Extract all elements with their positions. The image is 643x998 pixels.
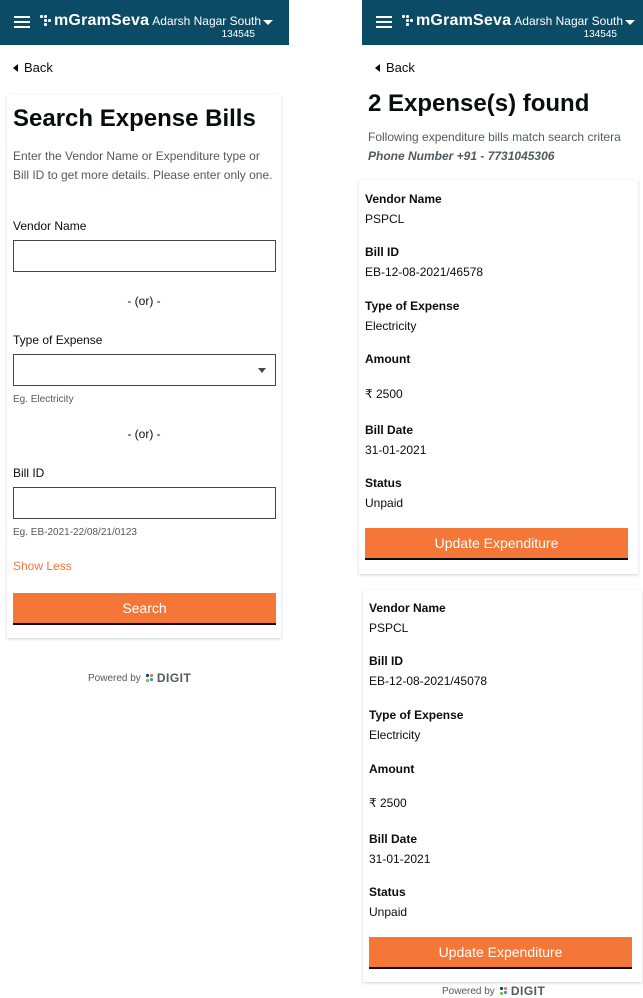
update-expenditure-button[interactable]: Update Expenditure — [365, 528, 628, 560]
or-separator: - (or) - — [127, 294, 161, 308]
expense-type-label: Type of Expense — [365, 299, 460, 313]
results-description-text: Following expenditure bills match search… — [368, 130, 621, 144]
tenant-code: 134545 — [583, 29, 617, 40]
digit-logo: DIGIT — [145, 671, 192, 685]
expense-result-card: Vendor Name PSPCL Bill ID EB-12-08-2021/… — [363, 590, 642, 982]
digit-brand: DIGIT — [156, 671, 192, 685]
show-less-link[interactable]: Show Less — [13, 559, 72, 573]
tenant-selector[interactable]: Adarsh Nagar South 134545 — [152, 15, 273, 41]
dropdown-arrow-icon — [258, 368, 266, 373]
digit-mark-icon — [499, 987, 508, 995]
vendor-name-label: Vendor Name — [369, 601, 446, 615]
back-label: Back — [24, 60, 53, 75]
bill-id-hint: Eg. EB-2021-22/08/21/0123 — [13, 527, 137, 538]
status-value: Unpaid — [365, 496, 404, 510]
amount-value: ₹ 2500 — [365, 387, 403, 401]
vendor-name-value: PSPCL — [365, 212, 405, 226]
update-expenditure-button[interactable]: Update Expenditure — [369, 937, 632, 969]
vendor-name-value: PSPCL — [369, 621, 409, 635]
powered-by-label: Powered by — [88, 672, 141, 684]
digit-mark-icon — [145, 674, 154, 682]
back-arrow-icon — [375, 63, 380, 72]
app-logo-icon — [40, 15, 52, 27]
search-card: Search Expense Bills Enter the Vendor Na… — [7, 95, 281, 638]
powered-by-label: Powered by — [442, 985, 495, 997]
back-link[interactable]: Back — [13, 60, 53, 75]
results-search-query: Phone Number +91 - 7731045306 — [368, 149, 555, 163]
app-header: mGramSeva Adarsh Nagar South 134545 — [0, 0, 289, 45]
chevron-down-icon — [263, 20, 273, 25]
results-title: 2 Expense(s) found — [368, 90, 590, 117]
tenant-code: 134545 — [221, 29, 255, 40]
bill-date-value: 31-01-2021 — [369, 852, 431, 866]
bill-date-label: Bill Date — [365, 423, 414, 437]
hamburger-menu-icon[interactable] — [14, 16, 30, 28]
search-description: Enter the Vendor Name or Expenditure typ… — [13, 149, 273, 182]
bill-id-label: Bill ID — [13, 466, 45, 480]
expense-type-value: Electricity — [365, 319, 417, 333]
expense-type-value: Electricity — [369, 728, 421, 742]
app-header: mGramSeva Adarsh Nagar South 134545 — [362, 0, 643, 45]
page-title: Search Expense Bills — [13, 105, 256, 132]
vendor-name-label: Vendor Name — [13, 219, 87, 233]
expense-result-card: Vendor Name PSPCL Bill ID EB-12-08-2021/… — [359, 180, 638, 574]
bill-id-label: Bill ID — [369, 654, 404, 668]
hamburger-menu-icon[interactable] — [376, 16, 392, 28]
digit-brand: DIGIT — [510, 984, 546, 998]
bill-date-label: Bill Date — [369, 832, 418, 846]
app-name: mGramSeva — [416, 12, 512, 29]
vendor-name-label: Vendor Name — [365, 192, 442, 206]
search-screen: mGramSeva Adarsh Nagar South 134545 Back… — [0, 0, 289, 997]
amount-label: Amount — [369, 762, 415, 776]
status-value: Unpaid — [369, 905, 408, 919]
tenant-name: Adarsh Nagar South — [514, 14, 623, 28]
back-arrow-icon — [13, 63, 18, 72]
search-button[interactable]: Search — [13, 593, 276, 625]
or-separator-2: - (or) - — [127, 427, 161, 441]
amount-value: ₹ 2500 — [369, 796, 407, 810]
expense-type-label: Type of Expense — [369, 708, 464, 722]
app-logo-icon — [402, 15, 414, 27]
tenant-name: Adarsh Nagar South — [152, 14, 261, 28]
powered-by-footer: Powered by DIGIT — [442, 984, 545, 998]
back-link[interactable]: Back — [375, 60, 415, 75]
bill-date-value: 31-01-2021 — [365, 443, 427, 457]
expense-type-hint: Eg. Electricity — [13, 394, 74, 405]
app-name: mGramSeva — [54, 12, 150, 29]
back-label: Back — [386, 60, 415, 75]
results-screen: mGramSeva Adarsh Nagar South 134545 Back… — [359, 0, 643, 998]
expense-type-select[interactable] — [13, 354, 276, 386]
expense-type-label: Type of Expense — [13, 333, 103, 347]
bill-id-label: Bill ID — [365, 245, 400, 259]
status-label: Status — [365, 476, 402, 490]
powered-by-footer: Powered by DIGIT — [88, 671, 191, 685]
amount-label: Amount — [365, 352, 411, 366]
bill-id-input[interactable] — [13, 487, 276, 519]
vendor-name-input[interactable] — [13, 240, 276, 272]
digit-logo: DIGIT — [499, 984, 546, 998]
results-description: Following expenditure bills match search… — [368, 128, 640, 166]
bill-id-value: EB-12-08-2021/45078 — [369, 674, 488, 688]
bill-id-value: EB-12-08-2021/46578 — [365, 265, 484, 279]
status-label: Status — [369, 885, 406, 899]
chevron-down-icon — [625, 20, 635, 25]
tenant-selector[interactable]: Adarsh Nagar South 134545 — [514, 15, 635, 41]
